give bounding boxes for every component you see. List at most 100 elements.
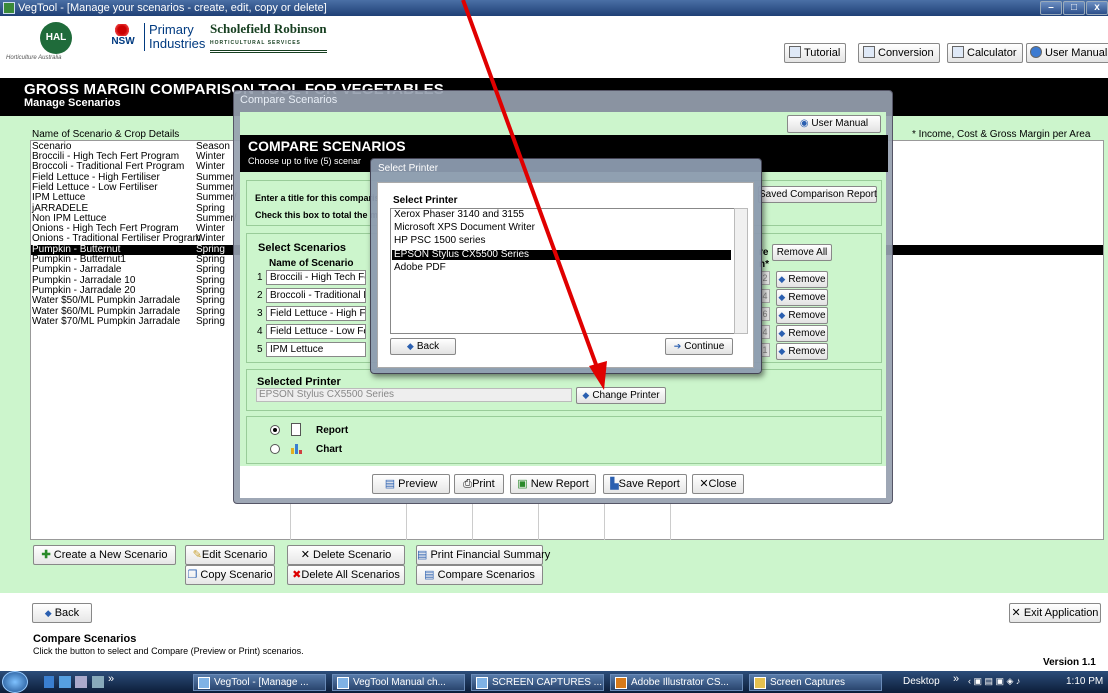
printer-list-scrollbar[interactable]	[734, 208, 748, 334]
save-report-button[interactable]: ▙Save Report	[603, 474, 687, 494]
show-desktop-icon[interactable]	[75, 676, 87, 688]
scenario-row-name[interactable]: IPM Lettuce	[32, 193, 85, 203]
hal-logo: HAL	[40, 22, 72, 54]
scenario-row-season[interactable]: Winter	[196, 234, 225, 244]
delete-all-scenarios-button[interactable]: ✖Delete All Scenarios	[287, 565, 405, 585]
create-scenario-button[interactable]: ✚ Create a New Scenario	[33, 545, 176, 565]
new-report-button[interactable]: ▣ New Report	[510, 474, 596, 494]
word-doc-icon	[476, 677, 488, 689]
column-header-scenario: Scenario	[32, 141, 72, 152]
scholefield-robinson-logo: Scholefield Robinson HORTICULTURAL SERVIC…	[210, 22, 327, 53]
output-type-panel	[246, 416, 882, 464]
start-button[interactable]	[2, 671, 28, 693]
preview-button[interactable]: ▤ Preview	[372, 474, 450, 494]
arrow-left-icon: ◆	[778, 274, 786, 284]
total-prompt: Check this box to total the m	[255, 210, 379, 220]
printer-icon: ⎙	[463, 478, 473, 490]
report-option-label: Report	[316, 425, 349, 436]
slot-scenario-field[interactable]: Field Lettuce - High Fert	[266, 306, 366, 321]
window-title-bar[interactable]: VegTool - [Manage your scenarios - creat…	[0, 0, 1108, 16]
printer-list-item[interactable]: Microsoft XPS Document Writer	[392, 223, 731, 233]
clock: 1:10 PM	[1066, 676, 1104, 687]
print-button[interactable]: ⎙Print	[454, 474, 504, 494]
slot-scenario-field[interactable]: Broccoli - Traditional Fe	[266, 288, 366, 303]
remove-button[interactable]: ◆ Remove	[776, 271, 828, 288]
slot-number: 3	[257, 308, 263, 319]
scenario-row-season[interactable]: Spring	[196, 316, 225, 327]
taskbar-item-vegtool[interactable]: VegTool - [Manage ...	[193, 674, 326, 691]
chart-radio[interactable]	[270, 444, 280, 454]
delete-scenario-button[interactable]: ✕ Delete Scenario	[287, 545, 405, 565]
conversion-button[interactable]: Conversion	[858, 43, 940, 63]
remove-button[interactable]: ◆ Remove	[776, 325, 828, 342]
document-icon: ▤	[424, 569, 435, 581]
taskbar-item-screen-captures[interactable]: SCREEN CAPTURES ...	[471, 674, 604, 691]
close-button[interactable]: ✕Close	[692, 474, 744, 494]
print-financial-summary-button[interactable]: ▤ Print Financial Summary	[416, 545, 550, 565]
help-title: Compare Scenarios	[33, 633, 137, 645]
printer-continue-button[interactable]: ➔ Continue	[665, 338, 733, 355]
scenario-row-name[interactable]: jARRADELE	[32, 203, 88, 214]
tray-icons[interactable]: ‹ ▣ ▤ ▣ ◈ ♪	[968, 676, 1028, 688]
scenario-row-season[interactable]: Summer/	[196, 193, 237, 203]
help-text: Click the button to select and Compare (…	[33, 646, 304, 656]
printer-back-button[interactable]: ◆ Back	[390, 338, 456, 355]
taskbar-item-folder[interactable]: Screen Captures	[749, 674, 882, 691]
scenario-row-name[interactable]: Onions - Traditional Fertiliser Program	[32, 234, 201, 244]
explorer-icon[interactable]	[59, 676, 71, 688]
scenario-row-season[interactable]: Spring	[196, 296, 225, 306]
user-manual-button[interactable]: User Manual	[1026, 43, 1108, 63]
arrow-left-icon: ◆	[778, 346, 786, 356]
slot-number: 5	[257, 344, 263, 355]
taskbar-item-manual[interactable]: VegTool Manual ch...	[332, 674, 465, 691]
printer-list-item[interactable]: HP PSC 1500 series	[392, 236, 731, 246]
compare-user-manual-button[interactable]: ◉ User Manual	[787, 115, 881, 133]
slot-number: 1	[257, 272, 263, 283]
minimize-button[interactable]: –	[1040, 1, 1062, 15]
compare-scenarios-button[interactable]: ▤ Compare Scenarios	[416, 565, 543, 585]
copy-scenario-button[interactable]: ❐ Copy Scenario	[185, 565, 275, 585]
maximize-button[interactable]: □	[1063, 1, 1085, 15]
scenario-row-season[interactable]: Spring	[196, 265, 225, 275]
scenario-row-name[interactable]: Water $60/ML Pumpkin Jarradale	[32, 306, 180, 317]
printer-dialog-title: Select Printer	[378, 163, 439, 174]
printer-list-item[interactable]: Xerox Phaser 3140 and 3155	[392, 210, 731, 220]
remove-button[interactable]: ◆ Remove	[776, 343, 828, 360]
exit-application-button[interactable]: ✕ Exit Application	[1009, 603, 1101, 623]
remove-button[interactable]: ◆ Remove	[776, 307, 828, 324]
radio-dot	[273, 428, 277, 432]
saved-comparison-report-button[interactable]: Saved Comparison Report	[758, 186, 877, 203]
scenario-row-name[interactable]: Pumpkin - Jarradale	[32, 265, 121, 275]
back-button[interactable]: ◆ Back	[32, 603, 92, 623]
grid-line	[406, 504, 407, 540]
slot-scenario-field[interactable]: IPM Lettuce	[266, 342, 366, 357]
desktop-toolbar[interactable]: Desktop	[903, 676, 940, 687]
printer-list-item[interactable]: Adobe PDF	[392, 262, 731, 273]
scenario-row-season[interactable]: Spring	[196, 306, 225, 317]
close-window-button[interactable]: x	[1086, 1, 1108, 15]
edit-scenario-button[interactable]: ✎Edit Scenario	[185, 545, 275, 565]
x-icon: ✕	[1011, 607, 1021, 619]
change-printer-button[interactable]: ◆ Change Printer	[576, 387, 666, 404]
scenario-row-season[interactable]: Spring	[196, 203, 225, 214]
remove-button[interactable]: ◆ Remove	[776, 289, 828, 306]
pencil-icon: ✎	[192, 549, 202, 561]
scenario-row-name[interactable]: Water $50/ML Pumpkin Jarradale	[32, 296, 180, 306]
printer-list-item[interactable]: EPSON Stylus CX5500 Series	[392, 249, 731, 260]
app-quicklaunch-icon[interactable]	[92, 676, 104, 688]
remove-all-button[interactable]: Remove All	[772, 244, 832, 261]
scenario-row-season[interactable]: Winter	[196, 162, 225, 172]
scenario-row-name[interactable]: Water $70/ML Pumpkin Jarradale	[32, 316, 180, 327]
hal-logo-subtext: Horticulture Australia	[6, 55, 62, 61]
slot-scenario-field[interactable]: Broccili - High Tech Fert	[266, 270, 366, 285]
scenario-row-name[interactable]: Broccoli - Traditional Fert Program	[32, 162, 184, 172]
taskbar-item-illustrator[interactable]: Adobe Illustrator CS...	[610, 674, 743, 691]
quicklaunch-chevron[interactable]: »	[108, 673, 114, 685]
ie-icon[interactable]	[44, 676, 54, 688]
report-radio[interactable]	[270, 425, 280, 435]
desktop-chevron[interactable]: »	[953, 673, 959, 685]
slot-scenario-field[interactable]: Field Lettuce - Low Fert	[266, 324, 366, 339]
tutorial-button[interactable]: Tutorial	[784, 43, 847, 63]
calculator-button[interactable]: Calculator	[947, 43, 1023, 63]
grid-line	[472, 504, 473, 540]
